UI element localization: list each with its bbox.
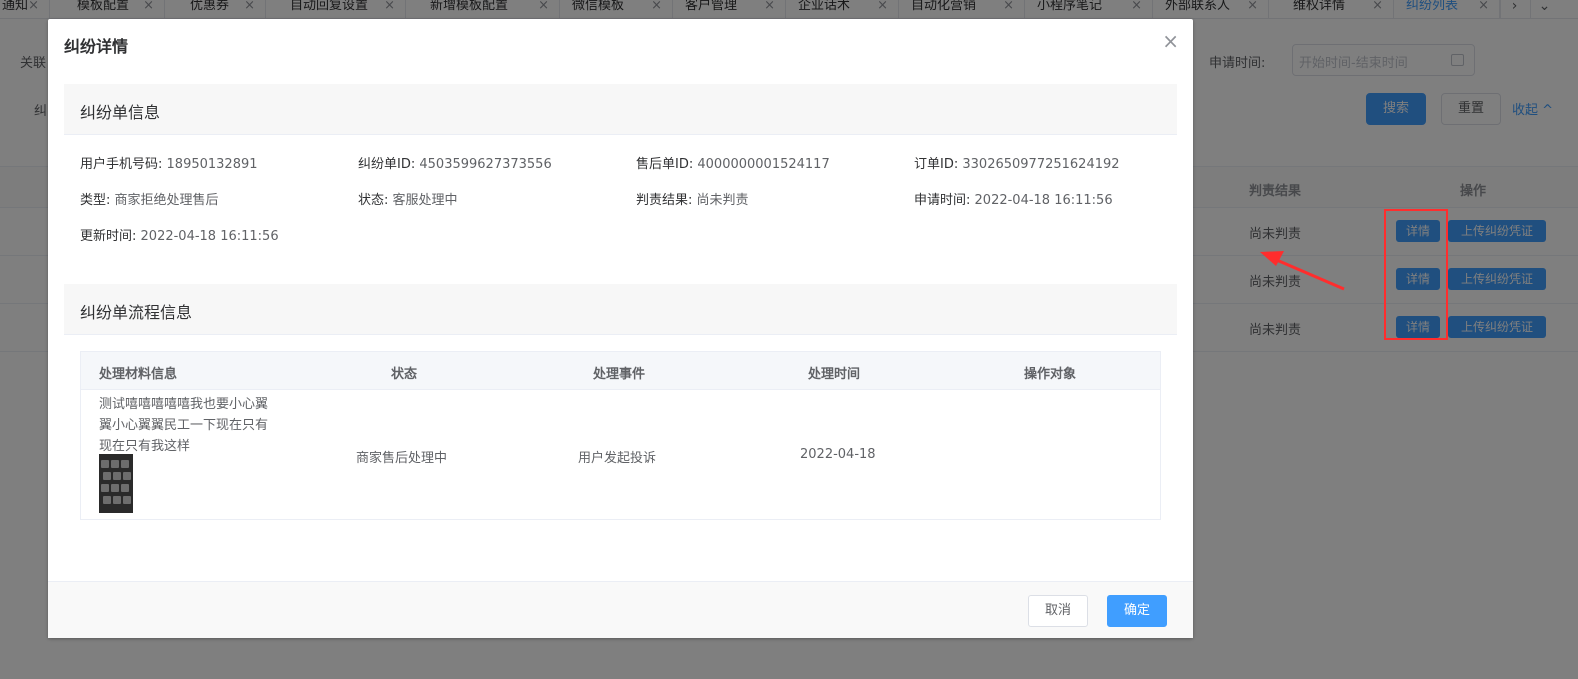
- field-label: 类型:: [80, 193, 111, 208]
- confirm-button[interactable]: 确定: [1107, 595, 1167, 627]
- field-value: 18950132891: [166, 157, 258, 172]
- field-label: 订单ID:: [914, 157, 959, 172]
- field-label: 纠纷单ID:: [358, 157, 416, 172]
- flow-time-cell: 2022-04-18: [800, 447, 876, 462]
- field-judge-result: 判责结果: 尚未判责: [636, 189, 749, 208]
- section-title: 纠纷单信息: [80, 103, 161, 122]
- field-label: 用户手机号码:: [80, 157, 163, 172]
- field-update-time: 更新时间: 2022-04-18 16:11:56: [80, 225, 279, 244]
- field-value: 4000000001524117: [697, 157, 830, 172]
- material-thumbnail[interactable]: [99, 454, 133, 513]
- section-title: 纠纷单流程信息: [80, 303, 193, 322]
- annotation-highlight-box: [1384, 209, 1448, 340]
- field-apply-time: 申请时间: 2022-04-18 16:11:56: [914, 189, 1113, 208]
- dispute-info-section-header: 纠纷单信息: [64, 84, 1177, 135]
- dialog-footer: 取消 确定: [48, 581, 1193, 638]
- field-user-phone: 用户手机号码: 18950132891: [80, 153, 258, 172]
- field-aftersale-id: 售后单ID: 4000000001524117: [636, 153, 830, 172]
- material-text: 测试嘻嘻嘻嘻嘻我也要小心翼翼小心翼翼民工一下现在只有现在只有我这样: [99, 397, 269, 454]
- flow-table-header: 处理材料信息 状态 处理事件 处理时间 操作对象: [81, 352, 1160, 390]
- flow-event-cell: 用户发起投诉: [578, 451, 657, 466]
- column-header-operator: 操作对象: [1024, 367, 1077, 382]
- field-value: 2022-04-18 16:11:56: [974, 193, 1113, 208]
- field-label: 判责结果:: [636, 193, 693, 208]
- field-order-id: 订单ID: 3302650977251624192: [914, 153, 1120, 172]
- field-value: 3302650977251624192: [962, 157, 1120, 172]
- flow-status-cell: 商家售后处理中: [356, 451, 448, 466]
- field-label: 售后单ID:: [636, 157, 694, 172]
- field-status: 状态: 客服处理中: [358, 189, 458, 208]
- dispute-detail-dialog: 纠纷详情 × 纠纷单信息 用户手机号码: 18950132891 纠纷单ID: …: [48, 19, 1193, 638]
- field-value: 商家拒绝处理售后: [114, 193, 219, 208]
- field-label: 申请时间:: [914, 193, 971, 208]
- cancel-button[interactable]: 取消: [1028, 595, 1088, 627]
- column-header-material: 处理材料信息: [99, 367, 178, 382]
- column-header-event: 处理事件: [593, 367, 646, 382]
- close-icon[interactable]: ×: [1162, 31, 1179, 51]
- field-type: 类型: 商家拒绝处理售后: [80, 189, 219, 208]
- field-value: 2022-04-18 16:11:56: [140, 229, 279, 244]
- flow-info-section-header: 纠纷单流程信息: [64, 284, 1177, 335]
- field-value: 客服处理中: [392, 193, 458, 208]
- dialog-title: 纠纷详情: [64, 37, 129, 56]
- column-header-time: 处理时间: [808, 367, 861, 382]
- field-value: 4503599627373556: [419, 157, 552, 172]
- field-label: 状态:: [358, 193, 389, 208]
- field-label: 更新时间:: [80, 229, 137, 244]
- flow-table: 处理材料信息 状态 处理事件 处理时间 操作对象 测试嘻嘻嘻嘻嘻我也要小心翼翼小…: [80, 351, 1161, 520]
- field-dispute-id: 纠纷单ID: 4503599627373556: [358, 153, 552, 172]
- column-header-status: 状态: [391, 367, 418, 382]
- field-value: 尚未判责: [696, 193, 749, 208]
